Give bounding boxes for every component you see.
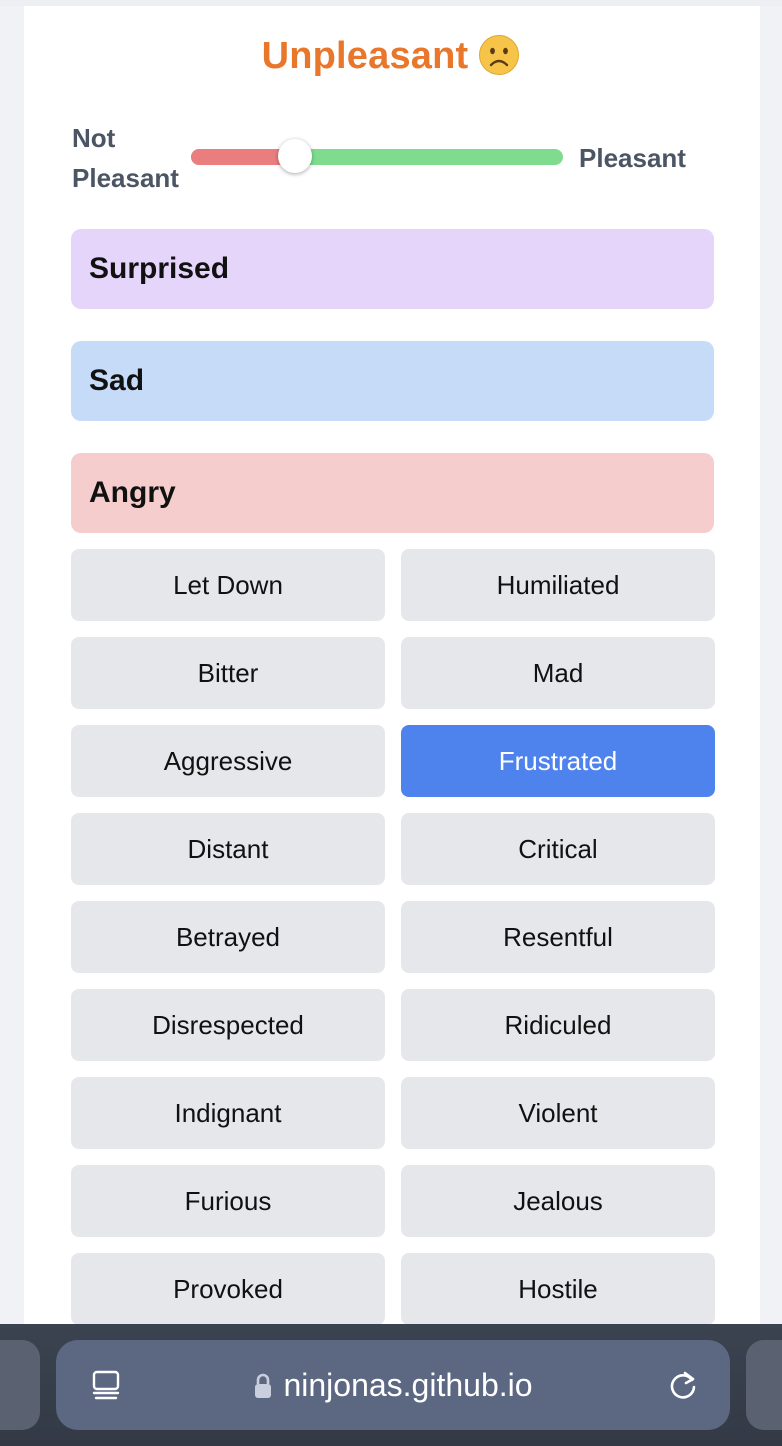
- emotion-aggressive[interactable]: Aggressive: [71, 725, 385, 797]
- emotion-hostile[interactable]: Hostile: [401, 1253, 715, 1325]
- emotion-humiliated[interactable]: Humiliated: [401, 549, 715, 621]
- browser-address-bar: ninjonas.github.io: [0, 1324, 782, 1446]
- emotion-critical[interactable]: Critical: [401, 813, 715, 885]
- url-text: ninjonas.github.io: [283, 1367, 533, 1403]
- emotion-frustrated[interactable]: Frustrated: [401, 725, 715, 797]
- category-sad[interactable]: Sad: [71, 341, 714, 421]
- category-angry[interactable]: Angry: [71, 453, 714, 533]
- emotion-indignant[interactable]: Indignant: [71, 1077, 385, 1149]
- lock-icon: [255, 1373, 272, 1398]
- reload-icon[interactable]: [666, 1368, 700, 1402]
- emotion-jealous[interactable]: Jealous: [401, 1165, 715, 1237]
- mood-label: Unpleasant: [261, 35, 469, 77]
- pleasantness-slider-thumb[interactable]: [278, 139, 313, 173]
- frowning-face-icon: [479, 35, 520, 75]
- url-field[interactable]: ninjonas.github.io: [56, 1340, 730, 1430]
- emotion-mad[interactable]: Mad: [401, 637, 715, 709]
- pleasantness-slider-track[interactable]: [191, 149, 563, 165]
- card-edge-left: [24, 6, 47, 1326]
- emotion-disrespected[interactable]: Disrespected: [71, 989, 385, 1061]
- scale-low-label: Not Pleasant: [72, 123, 179, 193]
- mood-title: Unpleasant: [0, 34, 782, 78]
- category-surprised[interactable]: Surprised: [71, 229, 714, 309]
- url-display: ninjonas.github.io: [56, 1340, 730, 1430]
- emotion-distant[interactable]: Distant: [71, 813, 385, 885]
- emotion-let-down[interactable]: Let Down: [71, 549, 385, 621]
- card-edge-right: [738, 6, 760, 1326]
- emotion-ridiculed[interactable]: Ridiculed: [401, 989, 715, 1061]
- scale-high-label: Pleasant: [579, 143, 686, 173]
- emotion-furious[interactable]: Furious: [71, 1165, 385, 1237]
- emotion-provoked[interactable]: Provoked: [71, 1253, 385, 1325]
- next-tab-peek[interactable]: [746, 1340, 782, 1430]
- emotion-bitter[interactable]: Bitter: [71, 637, 385, 709]
- emotion-violent[interactable]: Violent: [401, 1077, 715, 1149]
- previous-tab-peek[interactable]: [0, 1340, 40, 1430]
- emotion-resentful[interactable]: Resentful: [401, 901, 715, 973]
- emotion-betrayed[interactable]: Betrayed: [71, 901, 385, 973]
